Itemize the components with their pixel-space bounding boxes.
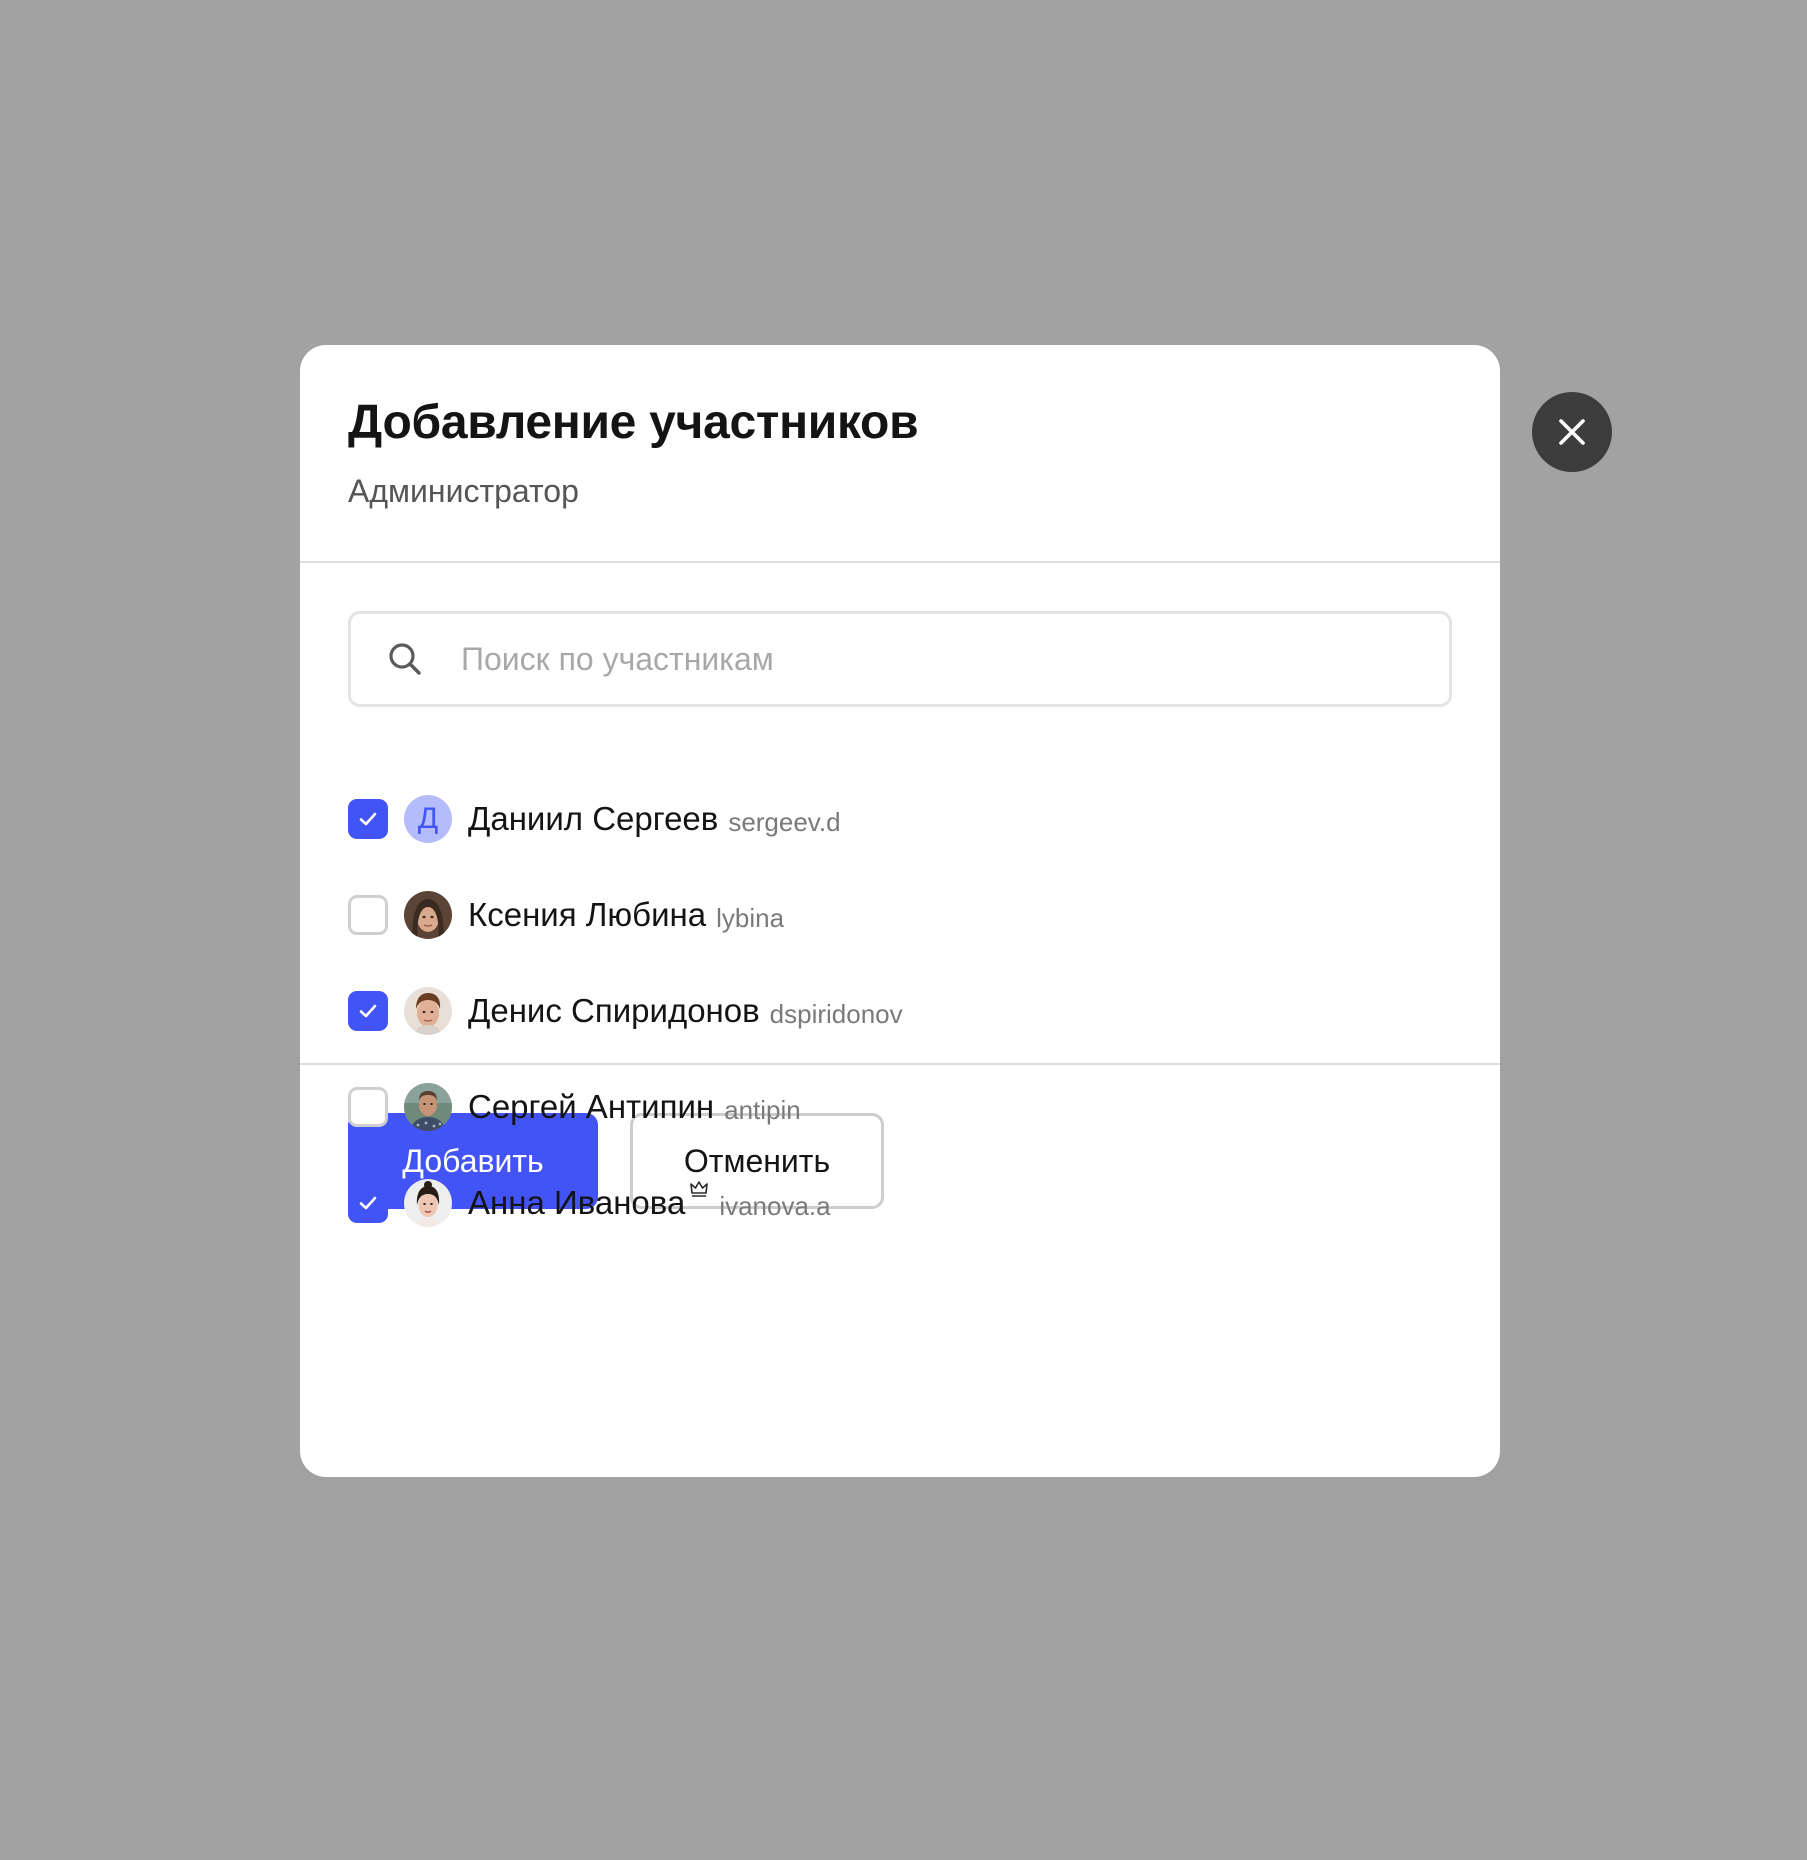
avatar bbox=[404, 1179, 452, 1227]
member-name: Даниил Сергеев bbox=[468, 800, 719, 837]
member-list: Д Даниил Сергеев sergeev.d Ксения Любина… bbox=[348, 771, 1452, 1251]
member-login: lybina bbox=[716, 902, 785, 933]
member-checkbox[interactable] bbox=[348, 895, 388, 935]
avatar-initial: Д bbox=[417, 802, 439, 835]
member-login: antipin bbox=[724, 1094, 801, 1125]
member-name: Денис Спиридонов bbox=[468, 992, 760, 1029]
avatar bbox=[404, 1083, 452, 1131]
check-icon bbox=[359, 1196, 377, 1210]
member-name: Сергей Антипин bbox=[468, 1088, 715, 1125]
member-row[interactable]: Сергей Антипин antipin bbox=[348, 1059, 1452, 1155]
dialog-title: Добавление участников bbox=[348, 396, 919, 449]
member-login: sergeev.d bbox=[728, 806, 841, 837]
close-button[interactable] bbox=[1532, 392, 1612, 472]
member-checkbox[interactable] bbox=[348, 1087, 388, 1127]
member-login: ivanova.a bbox=[719, 1190, 831, 1221]
add-members-dialog: Добавление участников Администратор Поис… bbox=[300, 345, 1500, 1477]
member-checkbox[interactable] bbox=[348, 1183, 388, 1223]
member-checkbox[interactable] bbox=[348, 799, 388, 839]
dialog-header: Добавление участников Администратор bbox=[300, 345, 1500, 563]
member-row[interactable]: Денис Спиридонов dspiridonov bbox=[348, 963, 1452, 1059]
member-row[interactable]: Ксения Любина lybina bbox=[348, 867, 1452, 963]
member-login: dspiridonov bbox=[769, 998, 903, 1029]
check-icon bbox=[359, 812, 377, 826]
avatar: Д bbox=[404, 795, 452, 843]
member-name: Ксения Любина bbox=[468, 896, 707, 933]
search-input[interactable] bbox=[461, 640, 1411, 678]
member-row[interactable]: Анна Иванова ivanova.a bbox=[348, 1155, 1452, 1251]
avatar bbox=[404, 987, 452, 1035]
search-icon bbox=[387, 641, 423, 677]
member-name: Анна Иванова bbox=[468, 1184, 686, 1221]
check-icon bbox=[359, 1004, 377, 1018]
member-checkbox[interactable] bbox=[348, 991, 388, 1031]
dialog-subtitle: Администратор bbox=[348, 472, 579, 509]
member-row[interactable]: Д Даниил Сергеев sergeev.d bbox=[348, 771, 1452, 867]
dialog-body: Д Даниил Сергеев sergeev.d bbox=[300, 563, 1500, 1227]
search-box[interactable] bbox=[348, 611, 1452, 707]
close-icon bbox=[1559, 419, 1585, 445]
crown-icon bbox=[689, 1179, 709, 1199]
avatar bbox=[404, 891, 452, 939]
